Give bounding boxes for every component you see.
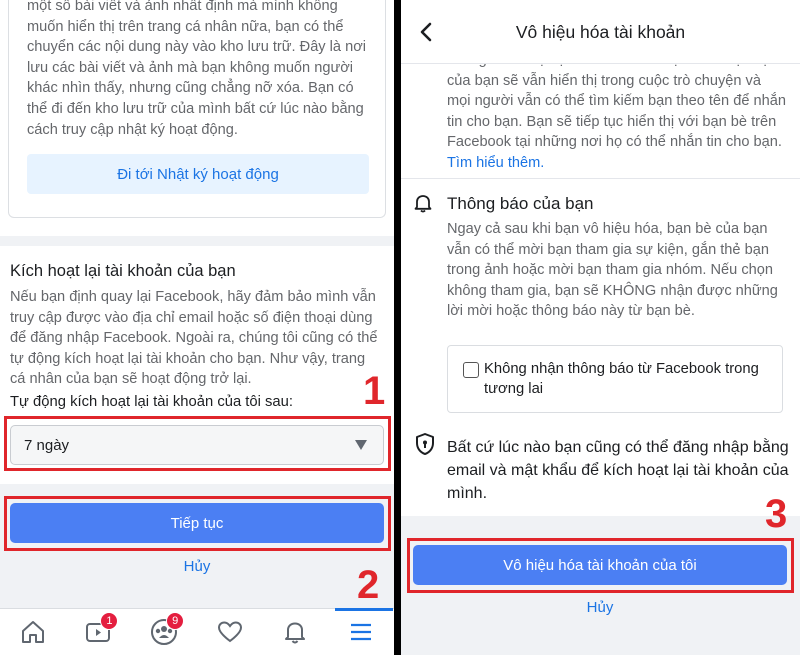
notification-optout-card[interactable]: Không nhận thông báo từ Facebook trong t… — [447, 345, 783, 413]
header-bar: Vô hiệu hóa tài khoản — [401, 0, 800, 64]
nav-watch[interactable]: 1 — [76, 612, 120, 652]
callout-number-3: 3 — [765, 492, 788, 536]
continue-button[interactable]: Tiếp tục — [10, 503, 384, 543]
dating-heart-icon — [217, 621, 242, 643]
profile-visibility-body: không kích hoạt lại tài khoản của bạn. Ả… — [447, 52, 786, 151]
archive-info-text: một số bài viết và ảnh nhất định mà mình… — [27, 0, 367, 138]
auto-reactivate-label: Tự động kích hoạt lại tài khoản của tôi … — [10, 394, 293, 410]
nav-menu[interactable] — [339, 612, 383, 652]
reactivate-delay-select[interactable]: 7 ngày — [10, 425, 384, 465]
shield-icon — [416, 433, 434, 455]
divider — [401, 178, 800, 179]
cancel-link[interactable]: Hủy — [167, 558, 227, 575]
footer-background — [401, 516, 800, 655]
nav-groups[interactable]: 9 — [142, 612, 186, 652]
right-screen: không kích hoạt lại tài khoản của bạn. Ả… — [401, 0, 800, 655]
reactivate-description: Nếu bạn định quay lại Facebook, hãy đảm … — [10, 289, 378, 388]
optout-checkbox-label[interactable]: Không nhận thông báo từ Facebook trong t… — [484, 359, 774, 399]
nav-home[interactable] — [11, 612, 55, 652]
learn-more-link[interactable]: Tìm hiểu thêm. — [447, 155, 544, 171]
callout-number-1: 1 — [363, 369, 386, 413]
bottom-navigation: 1 9 — [0, 608, 394, 655]
nav-notifications[interactable] — [273, 612, 317, 652]
callout-number-2: 2 — [357, 563, 380, 607]
archive-info-card: một số bài viết và ảnh nhất định mà mình… — [8, 0, 386, 218]
cancel-link[interactable]: Hủy — [570, 599, 630, 616]
deactivate-account-button[interactable]: Vô hiệu hóa tài khoản của tôi — [413, 545, 787, 585]
home-icon — [21, 621, 44, 643]
left-screen: một số bài viết và ảnh nhất định mà mình… — [0, 0, 394, 655]
nav-dating[interactable] — [208, 612, 252, 652]
menu-icon — [351, 623, 372, 641]
selected-option: 7 ngày — [24, 436, 70, 454]
login-reactivate-text: Bất cứ lúc nào bạn cũng có thể đăng nhập… — [447, 439, 789, 502]
section-separator — [0, 236, 394, 246]
reactivate-title: Kích hoạt lại tài khoản của bạn — [10, 262, 236, 280]
dropdown-caret-icon — [355, 440, 367, 450]
activity-log-button[interactable]: Đi tới Nhật ký hoạt động — [27, 154, 369, 194]
bell-icon — [285, 622, 306, 644]
notifications-title: Thông báo của bạn — [447, 194, 594, 213]
page-title: Vô hiệu hóa tài khoản — [515, 22, 686, 42]
groups-badge: 9 — [166, 612, 185, 630]
bell-icon — [414, 195, 432, 213]
profile-visibility-text: không kích hoạt lại tài khoản của bạn. Ả… — [447, 50, 787, 174]
watch-badge: 1 — [100, 612, 119, 630]
active-tab-indicator — [335, 608, 393, 611]
notifications-description: Ngay cả sau khi bạn vô hiệu hóa, bạn bè … — [447, 221, 778, 320]
optout-checkbox[interactable] — [463, 362, 479, 378]
